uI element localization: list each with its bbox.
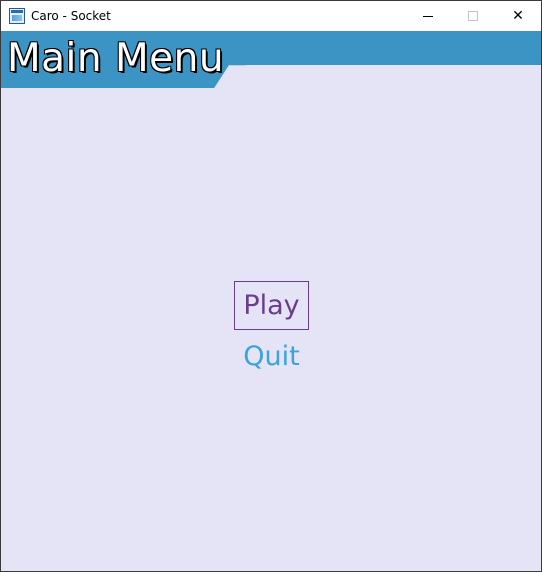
app-window: Caro - Socket ✕ Main Menu Play Quit xyxy=(0,0,542,572)
close-icon: ✕ xyxy=(512,8,524,24)
maximize-icon xyxy=(468,11,478,21)
minimize-icon xyxy=(423,15,433,17)
window-title: Caro - Socket xyxy=(31,9,111,23)
play-menu-item[interactable]: Play xyxy=(234,281,309,330)
close-button[interactable]: ✕ xyxy=(495,1,541,31)
app-window-icon xyxy=(9,8,25,24)
quit-menu-item[interactable]: Quit xyxy=(234,332,309,381)
game-canvas: Main Menu Play Quit xyxy=(1,31,541,571)
title-bar[interactable]: Caro - Socket ✕ xyxy=(1,1,541,31)
page-title: Main Menu xyxy=(7,36,225,81)
minimize-button[interactable] xyxy=(405,1,451,31)
maximize-button[interactable] xyxy=(450,1,496,31)
